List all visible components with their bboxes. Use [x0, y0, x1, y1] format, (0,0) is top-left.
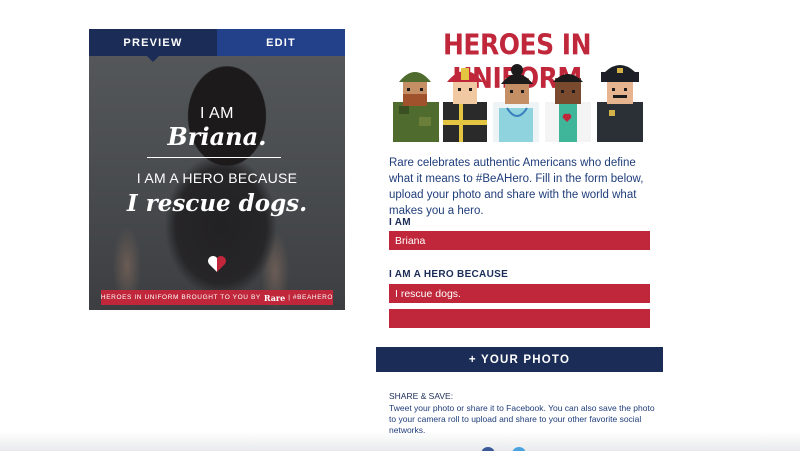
card-because-text: I AM A HERO BECAUSE	[136, 170, 298, 186]
tab-edit[interactable]: EDIT	[217, 29, 345, 56]
tab-preview-label: PREVIEW	[123, 36, 183, 49]
heroes-illustration	[393, 64, 643, 142]
card-divider	[147, 157, 281, 158]
heroes-in-uniform-logo: HEROES IN UNIFORM	[389, 28, 645, 142]
hero-because-label: I AM A HERO BECAUSE	[389, 269, 509, 280]
doctor-figure	[545, 74, 591, 142]
footer-hashtag: | #BEAHERO	[288, 294, 334, 301]
soldier-figure	[393, 72, 439, 142]
preview-card: PREVIEW EDIT I AM Briana. I AM A HERO BE…	[89, 29, 345, 310]
card-i-am-text: I AM	[199, 105, 234, 122]
tab-preview[interactable]: PREVIEW	[89, 29, 217, 62]
nurse-figure	[493, 64, 539, 142]
rare-brand-logo: Rare	[263, 292, 286, 303]
tab-edit-label: EDIT	[266, 36, 296, 49]
card-name-text: Briana.	[167, 122, 267, 151]
reason-field-line-2[interactable]	[389, 309, 650, 328]
card-footer-bar: HEROES IN UNIFORM BROUGHT TO YOU BY Rare…	[101, 290, 333, 305]
police-officer-figure	[597, 65, 643, 142]
reason-field-line-1[interactable]: I rescue dogs.	[389, 284, 650, 303]
share-heading: SHARE & SAVE:	[389, 391, 454, 401]
footer-prefix: HEROES IN UNIFORM BROUGHT TO YOU BY	[100, 294, 261, 301]
name-field[interactable]: Briana	[389, 231, 650, 250]
preview-edit-tabs: PREVIEW EDIT	[89, 29, 345, 62]
card-reason-text: I rescue dogs.	[126, 190, 308, 217]
firefighter-figure	[443, 68, 487, 142]
intro-text: Rare celebrates authentic Americans who …	[389, 157, 644, 217]
bottom-fade	[0, 432, 800, 451]
tab-active-pointer	[147, 56, 159, 62]
heart-icon	[208, 256, 226, 272]
add-photo-button[interactable]: + YOUR PHOTO	[376, 347, 663, 372]
i-am-label: I AM	[389, 217, 411, 228]
page: PREVIEW EDIT I AM Briana. I AM A HERO BE…	[0, 0, 800, 451]
